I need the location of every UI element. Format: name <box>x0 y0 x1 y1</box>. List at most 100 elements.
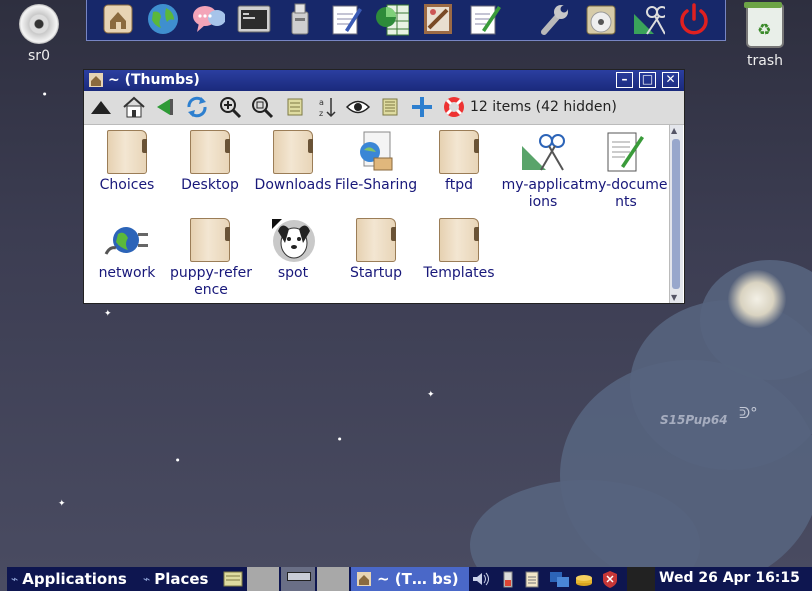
disc-icon <box>19 4 59 44</box>
vertical-scrollbar[interactable]: ▲ ▼ <box>669 125 683 303</box>
trash-can[interactable]: ♻ trash <box>730 2 800 69</box>
workspace-3[interactable] <box>317 567 349 591</box>
star: ✦ <box>58 499 66 509</box>
file-item-ftpd[interactable]: ftpd <box>417 129 501 194</box>
file-grid: Choices Desktop Downloads File-Sharing f… <box>84 125 670 303</box>
paint-icon[interactable] <box>421 2 455 36</box>
drive-sr0[interactable]: sr0 <box>4 2 74 64</box>
network-monitor-icon[interactable] <box>549 570 571 588</box>
file-sharing-icon <box>353 129 399 175</box>
scroll-up-icon[interactable]: ▲ <box>671 126 677 135</box>
notepad-icon[interactable] <box>468 2 502 36</box>
spreadsheet-icon[interactable] <box>375 2 409 36</box>
file-item-templates[interactable]: Templates <box>417 217 501 282</box>
file-item-my-documents[interactable]: my-documents <box>583 129 668 211</box>
brand-text: S15Pup64 <box>660 413 728 427</box>
file-label: Choices <box>99 177 155 193</box>
scroll-thumb[interactable] <box>672 139 680 289</box>
trash-icon: ♻ <box>744 2 784 48</box>
svg-text:z: z <box>319 109 323 118</box>
drive-mount-icon[interactable] <box>575 570 593 588</box>
puppy-icon <box>270 217 316 263</box>
file-label: Templates <box>423 265 495 281</box>
star: ● <box>43 91 47 96</box>
text-editor-icon[interactable] <box>329 2 363 36</box>
star: ● <box>176 457 180 462</box>
home-icon <box>357 572 371 586</box>
file-item-downloads[interactable]: Downloads <box>251 129 335 194</box>
window-titlebar[interactable]: ~ (Thumbs) – □ ✕ <box>84 70 684 91</box>
back-icon[interactable] <box>151 94 177 120</box>
new-icon[interactable] <box>409 94 435 120</box>
refresh-icon[interactable] <box>184 94 210 120</box>
file-item-startup[interactable]: Startup <box>334 217 418 282</box>
home-icon[interactable] <box>101 2 135 36</box>
zoom-fit-icon[interactable] <box>249 94 275 120</box>
desktop: ✦ ✦ ✦ ● ● ● S15Pup64 ᕲ° sr0 ♻ trash ~ (T… <box>0 0 812 591</box>
file-item-network[interactable]: network <box>85 217 169 282</box>
clipboard-icon[interactable] <box>523 570 541 588</box>
up-arrow-icon[interactable] <box>88 94 114 120</box>
star: ● <box>338 436 342 441</box>
moon <box>728 270 786 328</box>
folder-icon <box>273 130 313 174</box>
svg-text:a: a <box>319 98 324 107</box>
usb-drive-icon[interactable] <box>283 2 317 36</box>
places-label: Places <box>154 570 209 588</box>
window-title: ~ (Thumbs) <box>108 72 200 88</box>
help-icon[interactable] <box>441 94 467 120</box>
star: ✦ <box>427 390 435 400</box>
star: ✦ <box>104 309 112 319</box>
task-label: ~ (T… bs) <box>377 570 459 588</box>
wrench-icon[interactable] <box>537 2 571 36</box>
file-item-desktop[interactable]: Desktop <box>168 129 252 194</box>
zoom-in-icon[interactable] <box>217 94 243 120</box>
applications-label: Applications <box>22 570 127 588</box>
geometry-icon[interactable] <box>631 2 665 36</box>
terminal-icon[interactable] <box>237 2 271 36</box>
file-item-spot[interactable]: spot <box>251 217 335 282</box>
taskbar: ⌁ Applications ⌁ Places ~ (T… bs) Wed 26… <box>7 567 812 591</box>
sort-icon[interactable]: az <box>314 94 340 120</box>
file-item-choices[interactable]: Choices <box>85 129 169 194</box>
folder-icon <box>107 130 147 174</box>
globe-icon[interactable] <box>146 2 180 36</box>
minimize-button[interactable]: – <box>616 72 633 88</box>
workspace-1[interactable] <box>247 567 279 591</box>
clock[interactable]: Wed 26 Apr 16:15 <box>659 570 800 586</box>
file-item-file-sharing[interactable]: File-Sharing <box>334 129 418 194</box>
workspace-2[interactable] <box>281 567 315 591</box>
file-label: Downloads <box>254 177 332 193</box>
menu-icon: ⌁ <box>11 572 19 586</box>
scroll-down-icon[interactable]: ▼ <box>671 293 677 302</box>
drive-label: sr0 <box>28 48 50 64</box>
disc-burner-icon[interactable] <box>584 2 618 36</box>
file-item-puppy-reference[interactable]: puppy-reference <box>168 217 252 299</box>
menu-icon: ⌁ <box>143 572 151 586</box>
battery-icon[interactable] <box>499 570 517 588</box>
volume-icon[interactable] <box>471 570 489 588</box>
applications-menu[interactable]: ⌁ Applications <box>11 567 127 591</box>
power-icon[interactable] <box>677 2 711 36</box>
trash-label: trash <box>747 53 783 69</box>
launcher-tray <box>86 0 726 41</box>
file-label: my-applications <box>501 177 585 210</box>
places-menu[interactable]: ⌁ Places <box>143 567 209 591</box>
file-label: spot <box>277 265 309 281</box>
tray-slot[interactable] <box>627 567 655 591</box>
file-item-my-applications[interactable]: my-applications <box>500 129 584 211</box>
firewall-icon[interactable] <box>601 570 619 588</box>
close-button[interactable]: ✕ <box>662 72 679 88</box>
home-icon[interactable] <box>121 94 147 120</box>
folder-icon <box>439 218 479 262</box>
chat-icon[interactable] <box>191 2 225 36</box>
details-icon[interactable] <box>377 94 403 120</box>
file-label: my-documents <box>584 177 668 210</box>
show-desktop-icon[interactable] <box>223 567 243 591</box>
list-view-icon[interactable] <box>282 94 308 120</box>
task-button-thumbs[interactable]: ~ (T… bs) <box>351 567 469 591</box>
maximize-button[interactable]: □ <box>639 72 656 88</box>
documents-icon <box>602 129 648 175</box>
eye-icon[interactable] <box>345 94 371 120</box>
file-label: Startup <box>350 265 402 281</box>
